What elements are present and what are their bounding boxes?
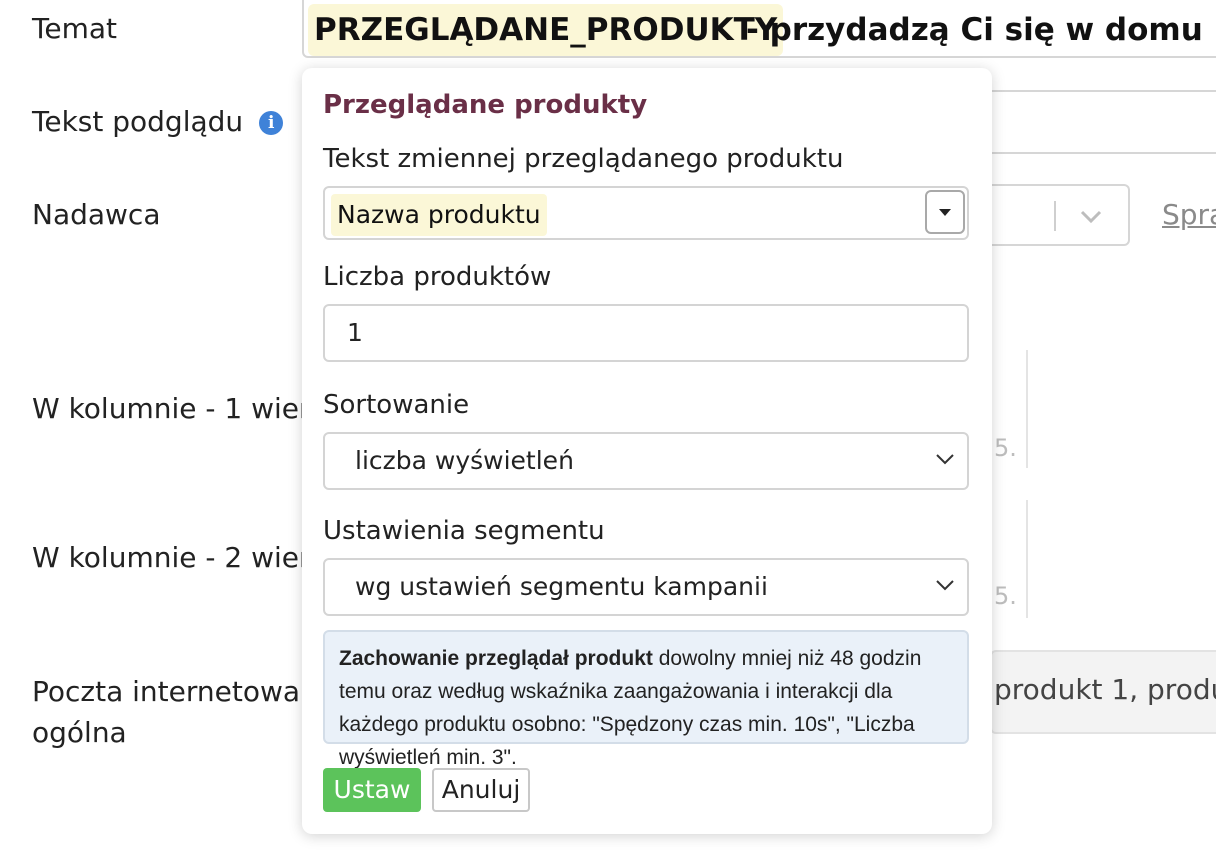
popup-title: Przeglądane produkty	[323, 90, 648, 120]
webmail-label-line2: ogólna	[32, 716, 127, 749]
sorting-value: liczba wyświetleń	[355, 446, 574, 475]
divider	[1026, 500, 1028, 618]
product-count-label: Liczba produktów	[323, 262, 552, 292]
subject-label: Temat	[32, 12, 117, 45]
sorting-label: Sortowanie	[323, 390, 470, 420]
variable-text-select[interactable]: Nazwa produktu	[323, 186, 969, 240]
segment-settings-label: Ustawienia segmentu	[323, 516, 605, 546]
subject-rest-text: - przydadzą Ci się w domu	[746, 12, 1203, 48]
chevron-down-icon	[936, 454, 954, 465]
column-1-row-label: W kolumnie - 1 wiersz	[32, 392, 340, 425]
background-fragment: 5.	[994, 434, 1017, 462]
segment-info-box: Zachowanie przeglądał produkt dowolny mn…	[323, 630, 969, 769]
divider	[1026, 350, 1028, 468]
preview-text-input[interactable]	[990, 90, 1216, 154]
sender-select[interactable]	[990, 184, 1130, 246]
variable-text-label: Tekst zmiennej przeglądanego produktu	[323, 144, 844, 174]
product-count-value: 1	[347, 318, 363, 347]
variable-text-value: Nazwa produktu	[331, 194, 547, 236]
set-button[interactable]: Ustaw	[323, 768, 421, 812]
webmail-preview-text: produkt 1, produkt	[994, 673, 1216, 706]
cancel-button[interactable]: Anuluj	[432, 768, 530, 812]
product-count-input[interactable]: 1	[323, 304, 969, 362]
chevron-down-icon	[936, 580, 954, 591]
segment-settings-value: wg ustawień segmentu kampanii	[355, 572, 768, 601]
background-fragment: 5.	[994, 582, 1017, 610]
sorting-select[interactable]: liczba wyświetleń	[323, 432, 969, 490]
subject-token[interactable]: PRZEGLĄDANE_PRODUKTY	[308, 4, 784, 56]
viewed-products-popup: Przeglądane produkty Tekst zmiennej prze…	[302, 68, 992, 834]
info-icon[interactable]: i	[259, 111, 284, 135]
segment-settings-select[interactable]: wg ustawień segmentu kampanii	[323, 558, 969, 616]
caret-down-icon	[939, 209, 951, 216]
preview-text-label: Tekst podglądu i	[32, 105, 284, 138]
sender-link[interactable]: Spra	[1162, 198, 1216, 231]
webmail-label: Poczta internetowa -	[32, 675, 320, 708]
preview-text-label-text: Tekst podglądu	[32, 105, 244, 138]
variable-dropdown-button[interactable]	[925, 190, 965, 234]
sender-select-separator	[1054, 201, 1056, 231]
segment-info-bold: Zachowanie przeglądał produkt	[339, 647, 653, 670]
sender-label: Nadawca	[32, 198, 161, 231]
chevron-down-icon	[1080, 210, 1102, 224]
